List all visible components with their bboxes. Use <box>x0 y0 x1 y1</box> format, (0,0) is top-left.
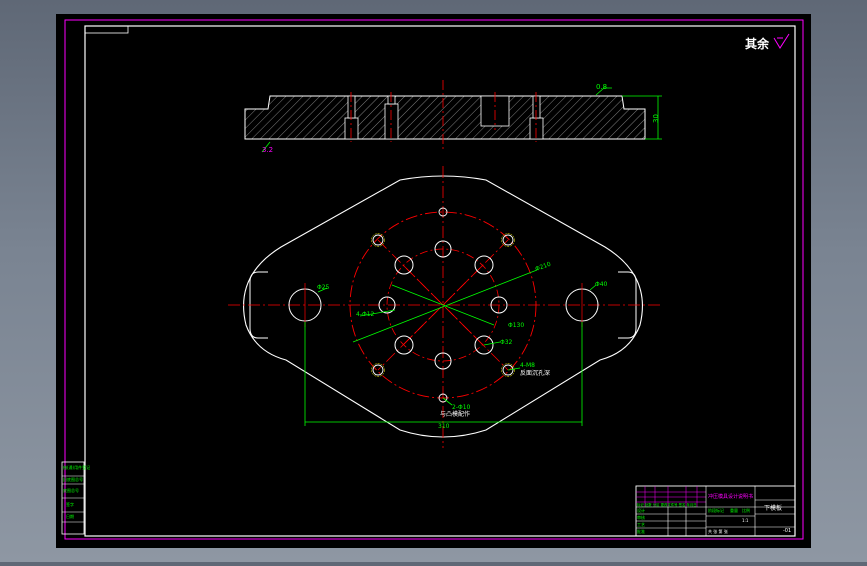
title-part-no: -01 <box>783 528 791 534</box>
dim-pcd-inner: Φ130 <box>508 322 524 329</box>
dim-overall-width: 310 <box>438 423 450 430</box>
roughness-note: 其余 <box>745 36 770 51</box>
dim-center-hole: Φ32 <box>500 339 513 346</box>
drawing-canvas[interactable] <box>56 14 811 548</box>
side-table-1: 旧底图总号 <box>63 476 83 482</box>
section-height-dim: 30 <box>652 114 660 123</box>
section-outline <box>244 95 646 140</box>
title-drawing-name: 下模板 <box>764 504 782 512</box>
title-scale-value: 1:1 <box>742 518 749 523</box>
dim-right-hole: Φ40 <box>595 281 608 288</box>
side-table-2: 底图总号 <box>63 487 79 493</box>
section-bottom-note: 3.2 <box>262 146 273 154</box>
side-table-0: 借(通)用件登记 <box>63 464 90 470</box>
title-project: 冲压模具设计说明书 <box>708 493 753 500</box>
title-header-row: 标记 处数 分区 更改文件号 签名 年月日 <box>637 502 697 507</box>
side-table-4: 日期 <box>66 513 74 519</box>
title-row-1: 审核 <box>637 514 645 520</box>
side-table-3: 签字 <box>66 501 74 507</box>
cad-viewport[interactable]: 其余 0.8 30 3.2 Φ25 Φ40 Φ210 Φ130 4-Φ12 Φ3… <box>0 0 867 562</box>
section-top-dim: 0.8 <box>596 83 607 91</box>
dim-pin-holes: 2-Φ10 <box>452 404 471 411</box>
note-tapped: 反面沉孔深 <box>520 369 550 377</box>
title-row-2: 工艺 <box>637 522 645 527</box>
title-row-0: 设计 <box>637 507 645 513</box>
title-stage: 阶段标记 <box>708 507 724 513</box>
dim-tapped-holes: 4-M8 <box>520 362 535 369</box>
dim-small-holes: 4-Φ12 <box>356 311 375 318</box>
note-pin: 与凸模配作 <box>440 410 470 418</box>
title-weight: 重量 <box>730 507 738 513</box>
title-sheet: 共 张 第 张 <box>708 528 728 534</box>
title-scale: 比例 <box>742 507 750 513</box>
dim-left-hole: Φ25 <box>317 284 330 291</box>
title-row-3: 批准 <box>637 528 645 534</box>
